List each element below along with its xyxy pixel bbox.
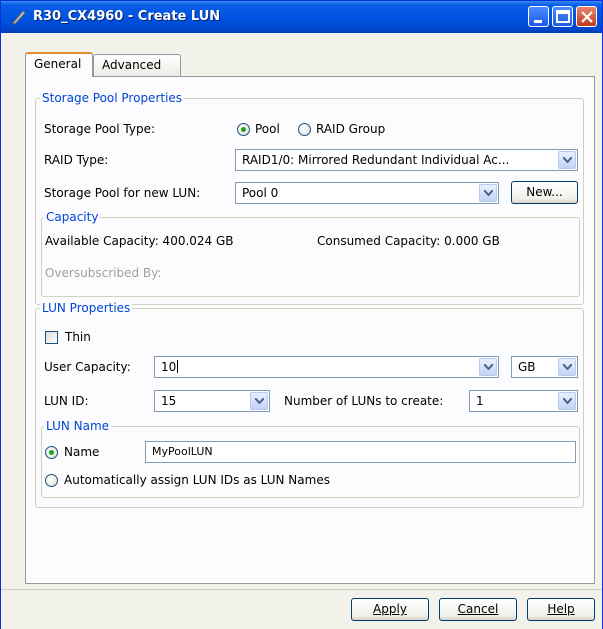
number-of-luns-value: 1 (476, 394, 484, 408)
chevron-down-icon[interactable] (479, 358, 497, 376)
consumed-capacity: Consumed Capacity: 0.000 GB (317, 234, 500, 248)
available-capacity: Available Capacity: 400.024 GB (45, 234, 234, 248)
number-of-luns-label: Number of LUNs to create: (284, 394, 444, 408)
capacity-group: Capacity Available Capacity: 400.024 GB … (41, 210, 580, 297)
lun-name-legend: LUN Name (44, 419, 112, 433)
minimize-icon (534, 20, 542, 23)
maximize-icon (556, 10, 570, 23)
minimize-button[interactable] (528, 6, 549, 27)
lun-properties-legend: LUN Properties (40, 301, 133, 315)
user-capacity-value: 10 (161, 360, 177, 374)
user-capacity-label: User Capacity: (44, 360, 131, 374)
chevron-down-icon[interactable] (250, 392, 268, 410)
cancel-button-label: Cancel (457, 602, 499, 616)
thin-checkbox[interactable] (45, 331, 58, 344)
window-title: R30_CX4960 - Create LUN (33, 9, 221, 24)
apply-button-label: Apply (373, 602, 407, 616)
help-button[interactable]: Help (527, 598, 595, 621)
maximize-button[interactable] (552, 6, 573, 27)
app-icon (12, 10, 26, 25)
storage-pool-combo[interactable]: Pool 0 (235, 182, 499, 204)
new-pool-button[interactable]: New... (511, 181, 578, 204)
thin-label[interactable]: Thin (65, 330, 91, 344)
tab-advanced[interactable]: Advanced (93, 54, 181, 76)
raid-type-value: RAID1/0: Mirrored Redundant Individual A… (242, 153, 510, 167)
close-button[interactable] (576, 6, 597, 27)
general-tab-panel: Storage Pool Properties Storage Pool Typ… (25, 76, 595, 584)
storage-pool-type-label: Storage Pool Type: (44, 122, 156, 136)
title-bar[interactable]: R30_CX4960 - Create LUN (1, 1, 602, 33)
lun-id-label: LUN ID: (44, 394, 89, 408)
lun-name-value: MyPoolLUN (152, 445, 213, 458)
capacity-unit-combo[interactable]: GB (511, 356, 578, 378)
raid-type-label: RAID Type: (44, 153, 109, 167)
storage-pool-properties-group: Storage Pool Properties Storage Pool Typ… (35, 91, 584, 305)
apply-button[interactable]: Apply (351, 598, 429, 621)
name-radio[interactable] (45, 446, 58, 459)
create-lun-dialog: R30_CX4960 - Create LUN General Advanced… (0, 0, 603, 629)
auto-assign-radio[interactable] (45, 474, 58, 487)
capacity-legend: Capacity (44, 210, 101, 224)
pool-radio[interactable] (237, 123, 250, 136)
chevron-down-icon[interactable] (558, 358, 576, 376)
user-capacity-combo[interactable]: 10 (154, 356, 499, 378)
raid-group-radio-label[interactable]: RAID Group (316, 122, 385, 136)
lun-id-combo[interactable]: 15 (154, 390, 270, 412)
text-caret (177, 360, 179, 373)
capacity-unit-value: GB (518, 360, 536, 374)
auto-assign-label[interactable]: Automatically assign LUN IDs as LUN Name… (64, 473, 330, 487)
raid-type-combo[interactable]: RAID1/0: Mirrored Redundant Individual A… (235, 149, 578, 171)
raid-group-radio[interactable] (298, 123, 311, 136)
cancel-button[interactable]: Cancel (439, 598, 517, 621)
help-button-label: Help (547, 602, 575, 616)
storage-pool-for-new-lun-label: Storage Pool for new LUN: (44, 186, 201, 200)
chevron-down-icon[interactable] (558, 392, 576, 410)
storage-pool-value: Pool 0 (242, 186, 279, 200)
tab-general[interactable]: General (25, 52, 93, 77)
oversubscribed-label: Oversubscribed By: (45, 266, 162, 280)
lun-id-value: 15 (161, 394, 177, 408)
dialog-button-bar: Apply Cancel Help (1, 589, 602, 629)
name-radio-label[interactable]: Name (64, 445, 99, 459)
storage-pool-properties-legend: Storage Pool Properties (40, 91, 185, 105)
user-capacity-value-wrap: 10 (161, 360, 179, 374)
close-icon (581, 11, 593, 23)
chevron-down-icon[interactable] (558, 151, 576, 169)
lun-properties-group: LUN Properties Thin User Capacity: 10 GB… (35, 301, 584, 508)
lun-name-group: LUN Name Name MyPoolLUN Automatically as… (41, 419, 580, 498)
new-pool-button-label: New... (526, 185, 563, 199)
pool-radio-label[interactable]: Pool (255, 122, 280, 136)
chevron-down-icon[interactable] (479, 184, 497, 202)
number-of-luns-combo[interactable]: 1 (469, 390, 578, 412)
lun-name-input[interactable]: MyPoolLUN (145, 441, 576, 463)
